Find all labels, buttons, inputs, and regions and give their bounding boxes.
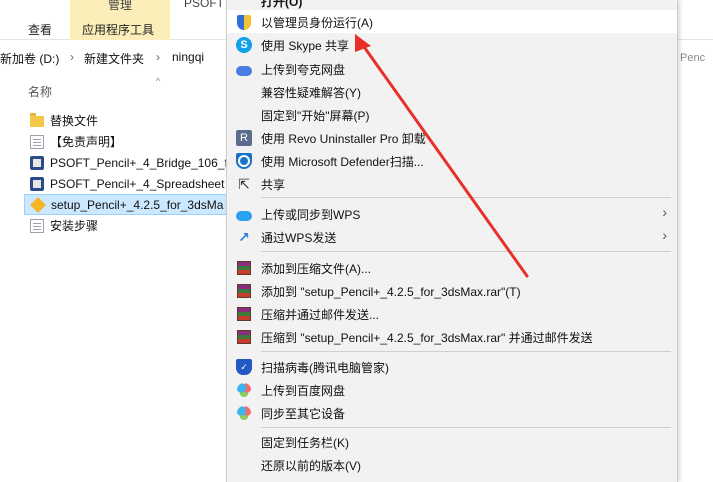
- menu-item-wps-send[interactable]: ↗ 通过WPS发送 ›: [227, 225, 677, 248]
- folder-icon: [30, 113, 44, 127]
- list-item[interactable]: PSOFT_Pencil+_4_Bridge_106_f: [24, 152, 230, 173]
- wps-send-icon: ↗: [238, 228, 250, 245]
- menu-item-label: 使用 Revo Uninstaller Pro 卸载: [261, 132, 426, 146]
- menu-item-label: 压缩到 "setup_Pencil+_4.2.5_for_3dsMax.rar"…: [261, 331, 593, 345]
- menu-item-label: 通过WPS发送: [261, 231, 337, 245]
- menu-item-label: 添加到 "setup_Pencil+_4.2.5_for_3dsMax.rar"…: [261, 285, 521, 299]
- menu-item-revo[interactable]: R 使用 Revo Uninstaller Pro 卸载: [227, 126, 677, 149]
- sort-arrow-icon: ^: [156, 76, 161, 86]
- menu-item-compat[interactable]: 兼容性疑难解答(Y): [227, 80, 677, 103]
- context-menu: 打开(O) 以管理员身份运行(A) S 使用 Skype 共享 上传到夸克网盘 …: [226, 0, 678, 482]
- menu-item-label: 共享: [261, 178, 286, 192]
- menu-item-skype-share[interactable]: S 使用 Skype 共享: [227, 33, 677, 56]
- menu-item-label: 使用 Microsoft Defender扫描...: [261, 155, 424, 169]
- revo-icon: R: [236, 130, 252, 146]
- menu-item-rar-add[interactable]: 添加到压缩文件(A)...: [227, 256, 677, 279]
- winrar-icon: [236, 260, 252, 276]
- menu-item-defender[interactable]: 使用 Microsoft Defender扫描...: [227, 149, 677, 172]
- tab-view[interactable]: 查看: [28, 21, 52, 38]
- baidu-cloud-icon: [236, 382, 252, 398]
- menu-item-label: 添加到压缩文件(A)...: [261, 262, 371, 276]
- chevron-right-icon: ›: [662, 227, 667, 243]
- search-box-partial[interactable]: Penc: [680, 52, 705, 64]
- menu-item-sync-devices[interactable]: 同步至其它设备: [227, 401, 677, 424]
- menu-item-rar-named-email[interactable]: 压缩到 "setup_Pencil+_4.2.5_for_3dsMax.rar"…: [227, 325, 677, 348]
- menu-separator: [261, 427, 671, 428]
- chevron-right-icon[interactable]: ›: [70, 50, 74, 64]
- installer-icon: [30, 155, 44, 170]
- baidu-cloud-icon: [236, 405, 252, 421]
- menu-item-label: 还原以前的版本(V): [261, 459, 361, 473]
- installer-icon: [30, 176, 44, 191]
- file-name: PSOFT_Pencil+_4_Spreadsheet: [50, 176, 225, 191]
- file-name: setup_Pencil+_4.2.5_for_3dsMa: [51, 197, 224, 212]
- defender-icon: [236, 153, 252, 169]
- menu-item-run-as-admin[interactable]: 以管理员身份运行(A): [227, 10, 677, 33]
- winrar-icon: [236, 329, 252, 345]
- menu-item-label: 同步至其它设备: [261, 407, 346, 421]
- menu-item-label: 使用 Skype 共享: [261, 39, 350, 53]
- column-header-name[interactable]: 名称: [28, 83, 52, 100]
- menu-item-label: 固定到"开始"屏幕(P): [261, 109, 370, 123]
- menu-separator: [261, 251, 671, 252]
- menu-item-restore-versions[interactable]: 还原以前的版本(V): [227, 453, 677, 476]
- menu-item-tencent-scan[interactable]: ✓ 扫描病毒(腾讯电脑管家): [227, 355, 677, 378]
- uac-shield-icon: [236, 14, 252, 30]
- menu-separator: [261, 351, 671, 352]
- winrar-icon: [236, 306, 252, 322]
- menu-item-pin-taskbar[interactable]: 固定到任务栏(K): [227, 430, 677, 453]
- menu-item-rar-email[interactable]: 压缩并通过邮件发送...: [227, 302, 677, 325]
- ribbon-context-title[interactable]: 管理: [70, 0, 170, 13]
- file-name: 安装步骤: [50, 219, 99, 233]
- menu-item-rar-add-named[interactable]: 添加到 "setup_Pencil+_4.2.5_for_3dsMax.rar"…: [227, 279, 677, 302]
- menu-item-label: 以管理员身份运行(A): [261, 16, 373, 30]
- list-item[interactable]: 替换文件: [24, 110, 230, 131]
- menu-item-label: 上传或同步到WPS: [261, 208, 361, 222]
- list-item-selected[interactable]: setup_Pencil+_4.2.5_for_3dsMa: [24, 194, 230, 215]
- file-name: 替换文件: [50, 114, 99, 128]
- skype-icon: S: [236, 37, 252, 53]
- file-name: PSOFT_Pencil+_4_Bridge_106_f: [50, 155, 228, 170]
- file-list: 替换文件 【免责声明】 PSOFT_Pencil+_4_Bridge_106_f…: [24, 110, 234, 236]
- menu-separator: [261, 197, 671, 198]
- list-item[interactable]: 安装步骤: [24, 215, 230, 236]
- file-name: 【免责声明】: [50, 135, 123, 149]
- tab-application-tools[interactable]: 应用程序工具: [82, 21, 154, 38]
- share-icon: ⇱: [238, 175, 250, 192]
- menu-item-label: 压缩并通过邮件发送...: [261, 308, 380, 322]
- menu-item-label: 上传到夸克网盘: [261, 63, 346, 77]
- menu-item-wps-sync[interactable]: 上传或同步到WPS ›: [227, 202, 677, 225]
- menu-item-label: 固定到任务栏(K): [261, 436, 349, 450]
- document-icon: [30, 134, 44, 149]
- winrar-icon: [236, 283, 252, 299]
- menu-item-label: 上传到百度网盘: [261, 384, 346, 398]
- list-item[interactable]: 【免责声明】: [24, 131, 230, 152]
- ribbon-context-app[interactable]: PSOFT: [184, 0, 224, 10]
- menu-item-share[interactable]: ⇱ 共享: [227, 172, 677, 195]
- menu-item-label: 扫描病毒(腾讯电脑管家): [261, 361, 389, 375]
- chevron-right-icon: ›: [662, 204, 667, 220]
- menu-item-baidu-upload[interactable]: 上传到百度网盘: [227, 378, 677, 401]
- wps-cloud-icon: [236, 206, 252, 222]
- breadcrumb-drive[interactable]: 新加卷 (D:): [0, 50, 59, 67]
- breadcrumb-folder[interactable]: 新建文件夹: [84, 50, 144, 67]
- breadcrumb-subfolder[interactable]: ningqi: [172, 50, 204, 64]
- tencent-shield-icon: ✓: [236, 359, 252, 375]
- list-item[interactable]: PSOFT_Pencil+_4_Spreadsheet: [24, 173, 230, 194]
- menu-item-quark-upload[interactable]: 上传到夸克网盘: [227, 57, 677, 80]
- menu-item-pin-start[interactable]: 固定到"开始"屏幕(P): [227, 103, 677, 126]
- menu-item-label: 兼容性疑难解答(Y): [261, 86, 361, 100]
- quark-cloud-icon: [236, 61, 252, 77]
- document-icon: [30, 218, 44, 233]
- setup-icon: [30, 196, 46, 213]
- menu-item-label: 打开(O): [261, 0, 303, 9]
- chevron-right-icon[interactable]: ›: [156, 50, 160, 64]
